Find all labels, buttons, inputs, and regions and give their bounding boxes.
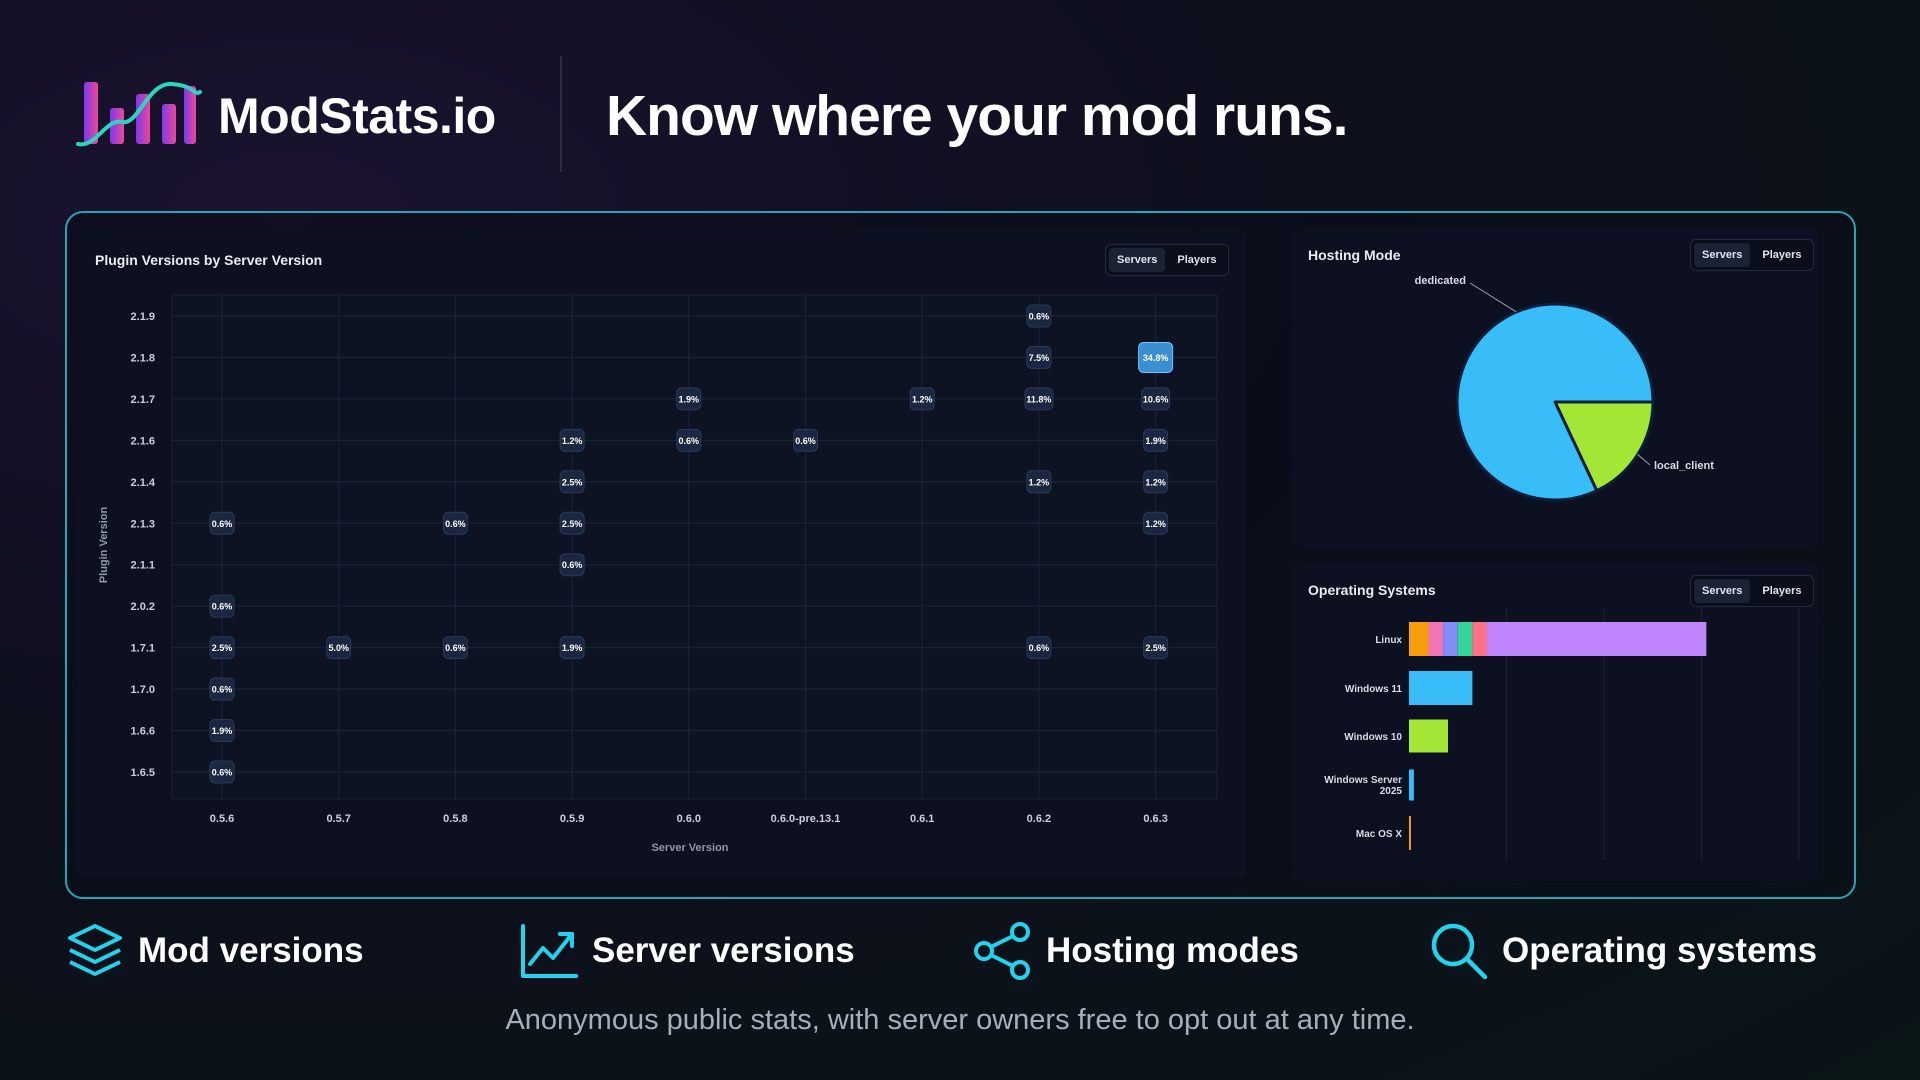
y-tick-label: Windows 10 xyxy=(1344,732,1402,743)
feature-operating-systems: Operating systems xyxy=(1428,920,1817,982)
data-label: 0.6% xyxy=(795,436,816,446)
trend-chart-icon xyxy=(521,924,578,978)
data-label: 2.5% xyxy=(1145,643,1166,653)
hosting-mode-chart: dedicated local_client xyxy=(1415,275,1714,502)
leader-line xyxy=(1469,282,1517,313)
y-tick-label: Linux xyxy=(1375,635,1402,646)
brand-name: ModStats.io xyxy=(218,88,496,144)
feature-mod-versions: Mod versions xyxy=(64,920,364,982)
data-label: 7.5% xyxy=(1029,353,1050,363)
bar-segment xyxy=(1409,769,1414,801)
x-tick-label: 0.6.2 xyxy=(1027,813,1051,825)
data-label: 5.0% xyxy=(328,643,349,653)
x-tick-label: 0.6.0-pre.13.1 xyxy=(771,813,841,825)
data-label: 1.9% xyxy=(679,394,700,404)
x-tick-label: 0.5.8 xyxy=(443,813,467,825)
search-icon xyxy=(1431,923,1488,980)
leader-line xyxy=(1637,454,1651,466)
bar-segment xyxy=(1409,719,1448,753)
data-label: 0.6% xyxy=(212,602,233,612)
y-tick-label: Windows Server xyxy=(1324,775,1402,786)
data-label: 1.2% xyxy=(1029,477,1050,487)
data-label: 0.6% xyxy=(212,519,233,529)
share-icon xyxy=(974,922,1030,980)
header: ModStats.io Know where your mod runs. xyxy=(0,0,1920,210)
y-tick-label: 2.1.8 xyxy=(131,352,155,364)
data-label: 0.6% xyxy=(562,560,583,570)
y-tick-label: 1.7.1 xyxy=(131,643,155,655)
feature-server-versions: Server versions xyxy=(518,920,855,982)
layers-icon xyxy=(68,924,122,976)
x-axis-label: Server Version xyxy=(651,842,728,854)
y-tick-label: 2.1.7 xyxy=(131,394,155,406)
slice-label: dedicated xyxy=(1415,275,1466,287)
tagline: Know where your mod runs. xyxy=(606,84,1348,148)
data-label: 0.6% xyxy=(445,519,466,529)
data-label: 2.5% xyxy=(212,643,233,653)
data-label: 1.2% xyxy=(1145,519,1166,529)
data-label: 2.5% xyxy=(562,477,583,487)
data-label: 2.5% xyxy=(562,519,583,529)
y-tick-label: 1.6.5 xyxy=(131,767,155,779)
y-tick-label: Windows 11 xyxy=(1345,684,1403,695)
data-label: 1.2% xyxy=(562,436,583,446)
y-tick-label: 2.1.4 xyxy=(131,477,156,489)
bar-segment xyxy=(1443,622,1458,656)
feature-label: Hosting modes xyxy=(1046,931,1299,970)
y-tick-label: 2.1.9 xyxy=(131,311,155,323)
bar-segment xyxy=(1457,622,1473,656)
plot-area xyxy=(171,294,1218,800)
x-tick-label: 0.5.9 xyxy=(560,813,584,825)
data-label: 0.6% xyxy=(445,643,466,653)
data-label: 1.9% xyxy=(562,643,583,653)
y-tick-label: 1.6.6 xyxy=(131,726,155,738)
feature-label: Server versions xyxy=(592,931,855,970)
data-label: 0.6% xyxy=(1029,643,1050,653)
data-label: 10.6% xyxy=(1143,394,1169,404)
feature-hosting-modes: Hosting modes xyxy=(972,920,1299,982)
bar-segment xyxy=(1409,816,1411,850)
data-label: 1.9% xyxy=(212,726,233,736)
y-tick-label: 2.1.6 xyxy=(131,435,155,447)
data-label: 0.6% xyxy=(1029,312,1050,322)
bar-segment xyxy=(1428,622,1444,656)
data-label: 0.6% xyxy=(212,767,233,777)
data-label: 0.6% xyxy=(212,685,233,695)
x-tick-label: 0.6.0 xyxy=(677,813,701,825)
plugin-versions-chart: 0.5.6 0.5.7 0.5.8 0.5.9 0.6.0 0.6.0-pre.13.1 0… xyxy=(98,294,1218,854)
logo-icon xyxy=(76,82,202,147)
feature-label: Operating systems xyxy=(1502,931,1818,970)
bar-segment xyxy=(1487,622,1707,656)
bar-segment xyxy=(1409,671,1473,705)
x-tick-label: 0.5.7 xyxy=(326,813,350,825)
y-tick-label: 2025 xyxy=(1380,786,1403,797)
slice-label: local_client xyxy=(1654,460,1714,472)
header-divider xyxy=(560,56,562,172)
data-label: 1.2% xyxy=(1145,477,1166,487)
y-axis-label: Plugin Version xyxy=(98,507,110,584)
y-tick-label: 2.0.2 xyxy=(131,601,155,613)
bar-segment xyxy=(1409,622,1429,656)
x-tick-label: 0.6.1 xyxy=(910,813,934,825)
data-label: 1.2% xyxy=(912,394,933,404)
footer-note: Anonymous public stats, with server owne… xyxy=(505,1004,1415,1036)
data-label: 34.8% xyxy=(1143,353,1169,363)
operating-systems-chart: Linux Windows 11 Windows 10 Windows Server2… xyxy=(1324,608,1800,860)
feature-label: Mod versions xyxy=(138,931,364,970)
data-label: 0.6% xyxy=(679,436,700,446)
x-tick-label: 0.5.6 xyxy=(210,813,234,825)
y-tick-label: 1.7.0 xyxy=(131,684,155,696)
y-tick-label: 2.1.1 xyxy=(131,560,155,572)
data-label: 1.9% xyxy=(1145,436,1166,446)
x-tick-label: 0.6.3 xyxy=(1143,813,1167,825)
bar-segment xyxy=(1472,622,1487,656)
y-tick-label: 2.1.3 xyxy=(131,518,155,530)
data-label: 11.8% xyxy=(1026,394,1051,404)
y-tick-label: Mac OS X xyxy=(1356,829,1402,840)
